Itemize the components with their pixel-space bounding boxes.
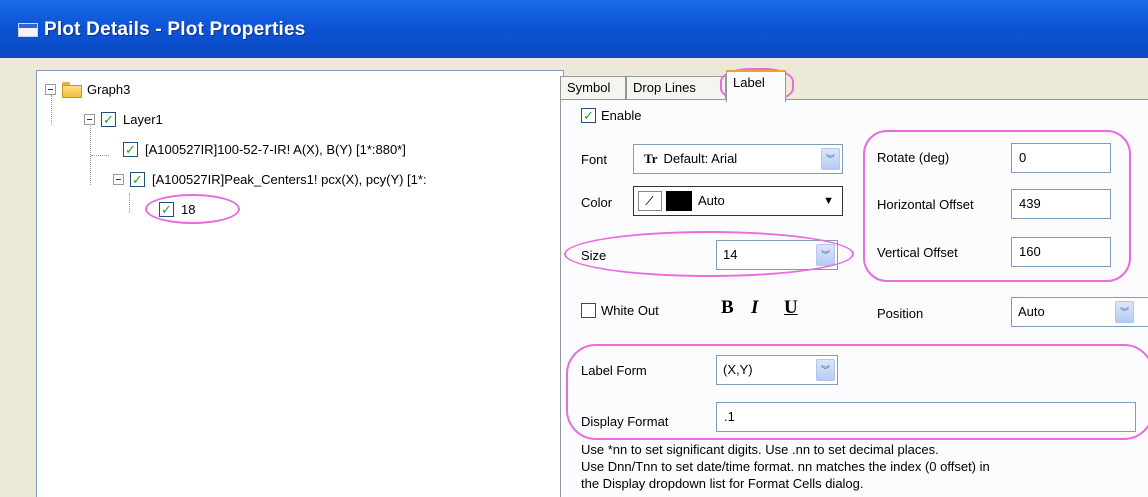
label-tab-panel: ✓ Enable Font Tr Default: Arial ︾ Color ⁄… bbox=[560, 99, 1148, 497]
tree-label-plot2: [A100527IR]Peak_Centers1! pcx(X), pcy(Y)… bbox=[152, 171, 427, 187]
color-swatch bbox=[666, 191, 692, 211]
position-value: Auto bbox=[1018, 304, 1045, 319]
tab-label[interactable]: Label bbox=[726, 70, 786, 102]
plot-tree: Graph3 ✓ Layer1 ✓ [A100527IR]100-52-7-IR… bbox=[36, 70, 564, 497]
tree-label-layer: Layer1 bbox=[123, 111, 163, 127]
size-label: Size bbox=[581, 248, 607, 263]
enable-checkbox[interactable]: ✓ bbox=[581, 108, 596, 123]
horizontal-offset-label: Horizontal Offset bbox=[877, 197, 974, 212]
point-checkbox[interactable]: ✓ bbox=[159, 201, 174, 217]
underline-button[interactable]: U bbox=[784, 297, 798, 319]
rotate-input[interactable]: 0 bbox=[1011, 143, 1111, 173]
tree-item-plot1[interactable]: ✓ [A100527IR]100-52-7-IR! A(X), B(Y) [1*… bbox=[123, 139, 406, 159]
right-pane: Symbol Drop Lines Label ✓ Enable Font Tr… bbox=[550, 58, 1148, 497]
tab-label: Symbol bbox=[567, 80, 611, 95]
tree-line bbox=[91, 155, 109, 156]
hint-text-line-1: Use *nn to set significant digits. Use .… bbox=[581, 442, 939, 457]
label-form-value: (X,Y) bbox=[723, 362, 753, 377]
tab-symbol[interactable]: Symbol bbox=[560, 76, 626, 100]
collapse-icon[interactable] bbox=[113, 173, 124, 185]
tree-item-graph3[interactable]: Graph3 bbox=[45, 79, 130, 99]
plot2-checkbox[interactable]: ✓ bbox=[130, 171, 145, 187]
tab-drop-lines[interactable]: Drop Lines bbox=[626, 76, 726, 100]
italic-button[interactable]: I bbox=[751, 297, 758, 319]
enable-row: ✓ Enable bbox=[581, 108, 641, 123]
display-format-input[interactable]: .1 bbox=[716, 402, 1136, 432]
rotate-label: Rotate (deg) bbox=[877, 150, 950, 165]
tree-item-point-18[interactable]: ✓ 18 bbox=[159, 199, 195, 219]
enable-label: Enable bbox=[601, 108, 642, 123]
collapse-icon[interactable] bbox=[45, 83, 56, 95]
tree-label-plot1: [A100527IR]100-52-7-IR! A(X), B(Y) [1*:8… bbox=[145, 141, 406, 157]
vertical-offset-input[interactable]: 160 bbox=[1011, 237, 1111, 267]
pen-icon: ⁄ bbox=[638, 191, 662, 211]
chevron-down-icon[interactable]: ︾ bbox=[816, 359, 835, 381]
display-format-label: Display Format bbox=[581, 414, 669, 429]
left-pane: Graph3 ✓ Layer1 ✓ [A100527IR]100-52-7-IR… bbox=[18, 58, 564, 497]
size-value: 14 bbox=[723, 247, 738, 262]
font-label: Font bbox=[581, 152, 608, 167]
bold-button[interactable]: B bbox=[721, 297, 734, 319]
whiteout-label: White Out bbox=[601, 303, 659, 318]
color-label: Color bbox=[581, 195, 613, 210]
chevron-down-icon[interactable]: ︾ bbox=[1115, 301, 1134, 323]
whiteout-row: White Out bbox=[581, 303, 659, 318]
whiteout-checkbox[interactable] bbox=[581, 303, 596, 318]
label-form-label: Label Form bbox=[581, 363, 647, 378]
size-dropdown[interactable]: 14 ︾ bbox=[716, 240, 838, 270]
font-dropdown[interactable]: Tr Default: Arial ︾ bbox=[633, 144, 843, 174]
dropdown-arrow-icon[interactable]: ▼ bbox=[823, 187, 834, 215]
position-dropdown[interactable]: Auto ︾ bbox=[1011, 297, 1148, 327]
collapse-icon[interactable] bbox=[84, 113, 95, 125]
font-value: Tr Default: Arial bbox=[644, 145, 737, 173]
window-title: Plot Details - Plot Properties bbox=[44, 19, 306, 40]
horizontal-offset-input[interactable]: 439 bbox=[1011, 189, 1111, 219]
window-icon bbox=[18, 23, 38, 37]
folder-icon bbox=[62, 82, 82, 98]
hint-text-line-3: the Display dropdown list for Format Cel… bbox=[581, 476, 864, 491]
chevron-down-icon[interactable]: ︾ bbox=[816, 244, 835, 266]
tree-item-plot2[interactable]: ✓ [A100527IR]Peak_Centers1! pcx(X), pcy(… bbox=[113, 169, 427, 189]
truetype-icon: Tr bbox=[644, 151, 658, 166]
plot1-checkbox[interactable]: ✓ bbox=[123, 141, 138, 157]
tree-label-graph: Graph3 bbox=[87, 81, 131, 97]
color-value: Auto bbox=[698, 193, 725, 208]
tree-line bbox=[129, 193, 130, 213]
vertical-offset-label: Vertical Offset bbox=[877, 245, 958, 260]
hint-text-line-2: Use Dnn/Tnn to set date/time format. nn … bbox=[581, 459, 990, 474]
position-label: Position bbox=[877, 306, 924, 321]
tree-item-layer1[interactable]: ✓ Layer1 bbox=[84, 109, 163, 129]
tab-label-text: Label bbox=[733, 75, 765, 90]
tree-label-point: 18 bbox=[181, 201, 196, 217]
tree-line bbox=[51, 95, 52, 125]
plot-details-window: Plot Details - Plot Properties Graph3 ✓ … bbox=[0, 0, 1148, 497]
color-dropdown[interactable]: ⁄ Auto ▼ bbox=[633, 186, 843, 216]
font-value-text: Default: Arial bbox=[663, 151, 738, 166]
tab-label: Drop Lines bbox=[633, 80, 696, 95]
title-bar[interactable]: Plot Details - Plot Properties bbox=[0, 0, 1148, 58]
chevron-down-icon[interactable]: ︾ bbox=[821, 148, 840, 170]
label-form-dropdown[interactable]: (X,Y) ︾ bbox=[716, 355, 838, 385]
layer-checkbox[interactable]: ✓ bbox=[101, 111, 116, 127]
